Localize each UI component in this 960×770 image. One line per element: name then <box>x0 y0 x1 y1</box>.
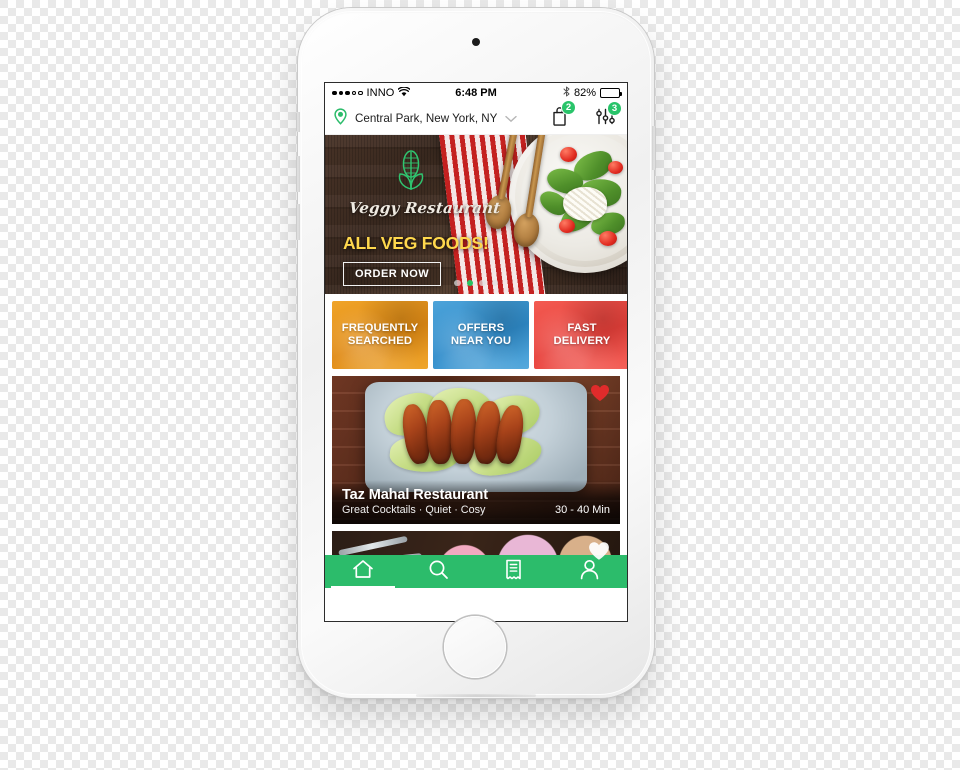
location-bar[interactable]: Central Park, New York, NY 2 3 <box>325 100 627 135</box>
bottom-navigation-bar[interactable] <box>325 555 627 588</box>
filter-button[interactable]: 3 <box>596 100 622 131</box>
location-label: Central Park, New York, NY <box>355 112 498 125</box>
nav-search[interactable] <box>401 555 477 588</box>
carousel-dot[interactable] <box>491 279 498 286</box>
restaurant-name: Taz Mahal Restaurant <box>342 487 488 503</box>
silent-switch[interactable] <box>296 112 300 132</box>
carousel-dot[interactable] <box>479 279 486 286</box>
battery-percent-label: 82% <box>573 87 596 99</box>
battery-icon <box>600 88 622 98</box>
hero-headline: ALL VEG FOODS! <box>343 233 489 253</box>
location-pin-icon <box>333 107 348 130</box>
bluetooth-icon <box>563 86 570 100</box>
status-bar: INNO 6:48 PM 82% <box>325 83 627 103</box>
restaurant-delivery-time: 30 - 40 Min <box>554 504 610 516</box>
tile-label-line1: FAST <box>567 322 597 335</box>
search-icon <box>428 559 449 585</box>
tile-label-line1: FREQUENTLY <box>341 322 419 335</box>
heart-filled-icon[interactable] <box>590 384 610 407</box>
category-tiles-row[interactable]: FREQUENTLY SEARCHED OFFERS NEAR YOU FAST <box>325 294 627 376</box>
chevron-down-icon[interactable] <box>505 110 518 128</box>
iphone-device: INNO 6:48 PM 82% Central Park, New York,… <box>296 8 656 698</box>
filter-count-badge: 3 <box>607 100 622 116</box>
restaurant-card[interactable]: Taz Mahal Restaurant Great Cocktails · Q… <box>332 376 620 524</box>
status-right-group: 82% <box>563 86 622 100</box>
carousel-dot[interactable] <box>454 279 461 286</box>
restaurant-card-info: Taz Mahal Restaurant Great Cocktails · Q… <box>332 480 620 524</box>
nav-active-indicator <box>331 585 395 588</box>
receipt-icon <box>504 559 523 585</box>
hero-brand-name: Veggy Restaurant <box>348 199 502 217</box>
category-tile-offers-near-you[interactable]: OFFERS NEAR YOU <box>433 301 529 369</box>
app-scroll-body[interactable]: Veggy Restaurant ALL VEG FOODS! ORDER NO… <box>325 135 627 588</box>
proximity-sensor-icon <box>472 38 480 46</box>
category-tile-frequently-searched[interactable]: FREQUENTLY SEARCHED <box>332 301 428 369</box>
home-button[interactable] <box>444 616 506 678</box>
hero-content: Veggy Restaurant ALL VEG FOODS! ORDER NO… <box>325 135 510 294</box>
nav-home[interactable] <box>325 555 401 588</box>
tile-label-line2: NEAR YOU <box>450 335 512 347</box>
carousel-dots[interactable] <box>325 279 627 286</box>
volume-up-button[interactable] <box>296 156 300 192</box>
tile-label-line2: DELIVERY <box>553 335 611 347</box>
corn-plant-logo-icon <box>391 149 510 198</box>
cheese-garnish <box>563 187 607 221</box>
phone-screen: INNO 6:48 PM 82% Central Park, New York,… <box>325 83 627 621</box>
carousel-dot[interactable] <box>466 279 473 286</box>
status-left-group: INNO <box>332 85 411 100</box>
home-icon <box>352 559 374 585</box>
tile-label-line1: OFFERS <box>457 322 505 335</box>
tile-label-line2: SEARCHED <box>347 335 413 347</box>
shopping-bag-button[interactable]: 2 <box>551 100 576 131</box>
carrier-label: INNO <box>366 87 395 99</box>
wooden-spoon <box>511 135 548 249</box>
power-button[interactable] <box>652 126 656 170</box>
bottom-speaker-grille <box>416 694 536 697</box>
nav-orders[interactable] <box>476 555 552 588</box>
restaurant-tags: Great Cocktails · Quiet · Cosy <box>342 504 486 516</box>
bag-count-badge: 2 <box>561 100 576 115</box>
wifi-icon <box>397 85 411 100</box>
heart-outline-icon[interactable] <box>588 541 610 566</box>
restaurant-list: Taz Mahal Restaurant Great Cocktails · Q… <box>325 376 627 583</box>
volume-down-button[interactable] <box>296 204 300 240</box>
category-tile-fast-delivery[interactable]: FAST DELIVERY <box>534 301 627 369</box>
hero-banner-carousel[interactable]: Veggy Restaurant ALL VEG FOODS! ORDER NO… <box>325 135 627 294</box>
signal-dots-icon <box>332 90 363 96</box>
